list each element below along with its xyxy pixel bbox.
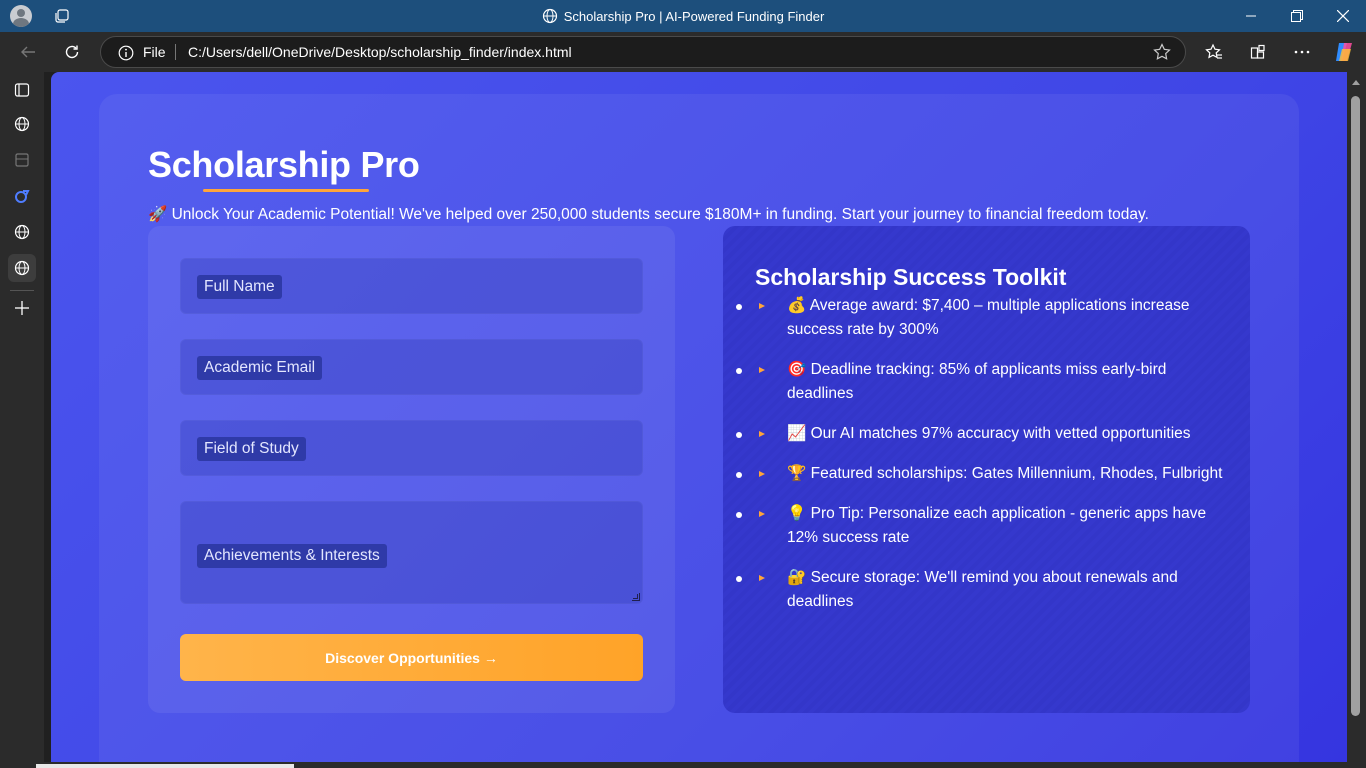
sidebar-divider (10, 290, 34, 291)
sidebar-tab-active[interactable] (8, 254, 36, 282)
add-tab-icon (15, 301, 29, 315)
page-scrollbar[interactable] (1347, 72, 1366, 762)
sidebar-tab-3[interactable] (8, 182, 36, 210)
taskbar-strip (0, 762, 1366, 768)
document-icon (15, 153, 29, 167)
more-button[interactable] (1288, 38, 1316, 66)
toolkit-item: 📈 Our AI matches 97% accuracy with vette… (736, 422, 1225, 446)
info-icon[interactable] (118, 45, 134, 61)
globe-icon (14, 116, 30, 132)
arrow-icon (759, 367, 765, 373)
achievements-placeholder: Achievements & Interests (197, 544, 387, 568)
collections-icon (1250, 44, 1265, 59)
page-subtitle: 🚀 Unlock Your Academic Potential! We've … (148, 206, 1149, 223)
title-underline (203, 189, 369, 192)
arrow-icon (759, 471, 765, 477)
bullet-icon (736, 432, 742, 438)
page-title: Scholarship Pro (148, 144, 420, 185)
toolkit-item-text: 📈 Our AI matches 97% accuracy with vette… (787, 425, 1191, 442)
toolkit-item: 🏆 Featured scholarships: Gates Millenniu… (736, 462, 1225, 486)
scroll-up-icon[interactable] (1352, 80, 1360, 85)
copilot-button[interactable] (1330, 38, 1358, 66)
bullet-icon (736, 304, 742, 310)
globe-icon (14, 224, 30, 240)
email-input[interactable]: Academic Email (180, 339, 643, 395)
toolkit-title: Scholarship Success Toolkit (755, 264, 1067, 290)
toolkit-list: 💰 Average award: $7,400 – multiple appli… (736, 294, 1225, 630)
close-button[interactable] (1320, 0, 1366, 32)
success-toolkit-panel: Scholarship Success Toolkit 💰 Average aw… (723, 226, 1250, 713)
favorites-button[interactable] (1200, 38, 1228, 66)
toolkit-item: 💰 Average award: $7,400 – multiple appli… (736, 294, 1225, 342)
bullet-icon (736, 368, 742, 374)
title-bar: Scholarship Pro | AI-Powered Funding Fin… (0, 0, 1366, 32)
url-text[interactable]: C:/Users/dell/OneDrive/Desktop/scholarsh… (188, 44, 572, 60)
toolkit-item: 💡 Pro Tip: Personalize each application … (736, 502, 1225, 550)
bullet-icon (736, 576, 742, 582)
arrow-icon (759, 511, 765, 517)
arrow-icon (759, 431, 765, 437)
arrow-icon (759, 575, 765, 581)
window-title: Scholarship Pro | AI-Powered Funding Fin… (0, 8, 1366, 24)
minimize-button[interactable] (1228, 0, 1274, 32)
sidebar-tab-1[interactable] (8, 110, 36, 138)
sidebar-tab-2[interactable] (8, 146, 36, 174)
favorites-icon (1205, 43, 1222, 59)
refresh-button[interactable] (58, 38, 86, 66)
back-button[interactable] (14, 38, 42, 66)
vertical-tabs-icon (14, 83, 30, 97)
window-title-text: Scholarship Pro | AI-Powered Funding Fin… (563, 9, 825, 24)
minimize-icon (1246, 15, 1256, 17)
toolkit-item-text: 💰 Average award: $7,400 – multiple appli… (787, 297, 1190, 338)
copilot-icon (1336, 43, 1352, 61)
refresh-icon (65, 45, 79, 59)
restore-icon (1291, 10, 1303, 22)
resize-handle[interactable] (632, 593, 640, 601)
field-of-study-input[interactable]: Field of Study (180, 420, 643, 476)
toolkit-item-text: 💡 Pro Tip: Personalize each application … (787, 505, 1207, 546)
scrollbar-thumb[interactable] (1351, 96, 1360, 716)
favorite-star-icon[interactable] (1153, 43, 1171, 61)
globe-icon (14, 260, 30, 276)
vertical-tabs-sidebar (0, 72, 44, 768)
back-icon (21, 46, 35, 58)
full-name-placeholder: Full Name (197, 275, 282, 299)
toolkit-item: 🔐 Secure storage: We'll remind you about… (736, 566, 1225, 614)
restore-button[interactable] (1274, 0, 1320, 32)
vertical-tabs-toggle[interactable] (8, 76, 36, 104)
page-viewport: Scholarship Pro 🚀 Unlock Your Academic P… (51, 72, 1347, 762)
toolkit-item-text: 🎯 Deadline tracking: 85% of applicants m… (787, 361, 1167, 402)
achievements-textarea[interactable]: Achievements & Interests (180, 501, 643, 604)
new-tab-button[interactable] (8, 294, 36, 322)
collections-button[interactable] (1244, 38, 1272, 66)
address-bar[interactable]: File C:/Users/dell/OneDrive/Desktop/scho… (100, 36, 1186, 68)
field-of-study-placeholder: Field of Study (197, 437, 306, 461)
scholarship-form: Full Name Academic Email Field of Study … (148, 226, 675, 713)
more-icon (1294, 50, 1310, 54)
globe-icon (542, 8, 557, 24)
email-placeholder: Academic Email (197, 356, 323, 380)
toolkit-item-text: 🔐 Secure storage: We'll remind you about… (787, 569, 1178, 610)
close-icon (1337, 10, 1349, 22)
bullet-icon (736, 472, 742, 478)
browser-toolbar: File C:/Users/dell/OneDrive/Desktop/scho… (0, 32, 1366, 72)
arrow-icon (759, 303, 765, 309)
address-separator (175, 44, 176, 60)
bullet-icon (736, 512, 742, 518)
toolkit-item: 🎯 Deadline tracking: 85% of applicants m… (736, 358, 1225, 406)
discover-opportunities-button[interactable]: Discover Opportunities → (180, 634, 643, 681)
address-scheme: File (143, 44, 166, 60)
toolkit-item-text: 🏆 Featured scholarships: Gates Millenniu… (787, 465, 1223, 482)
app-icon (15, 190, 30, 203)
taskbar-indicator (36, 764, 294, 768)
sidebar-tab-4[interactable] (8, 218, 36, 246)
full-name-input[interactable]: Full Name (180, 258, 643, 314)
